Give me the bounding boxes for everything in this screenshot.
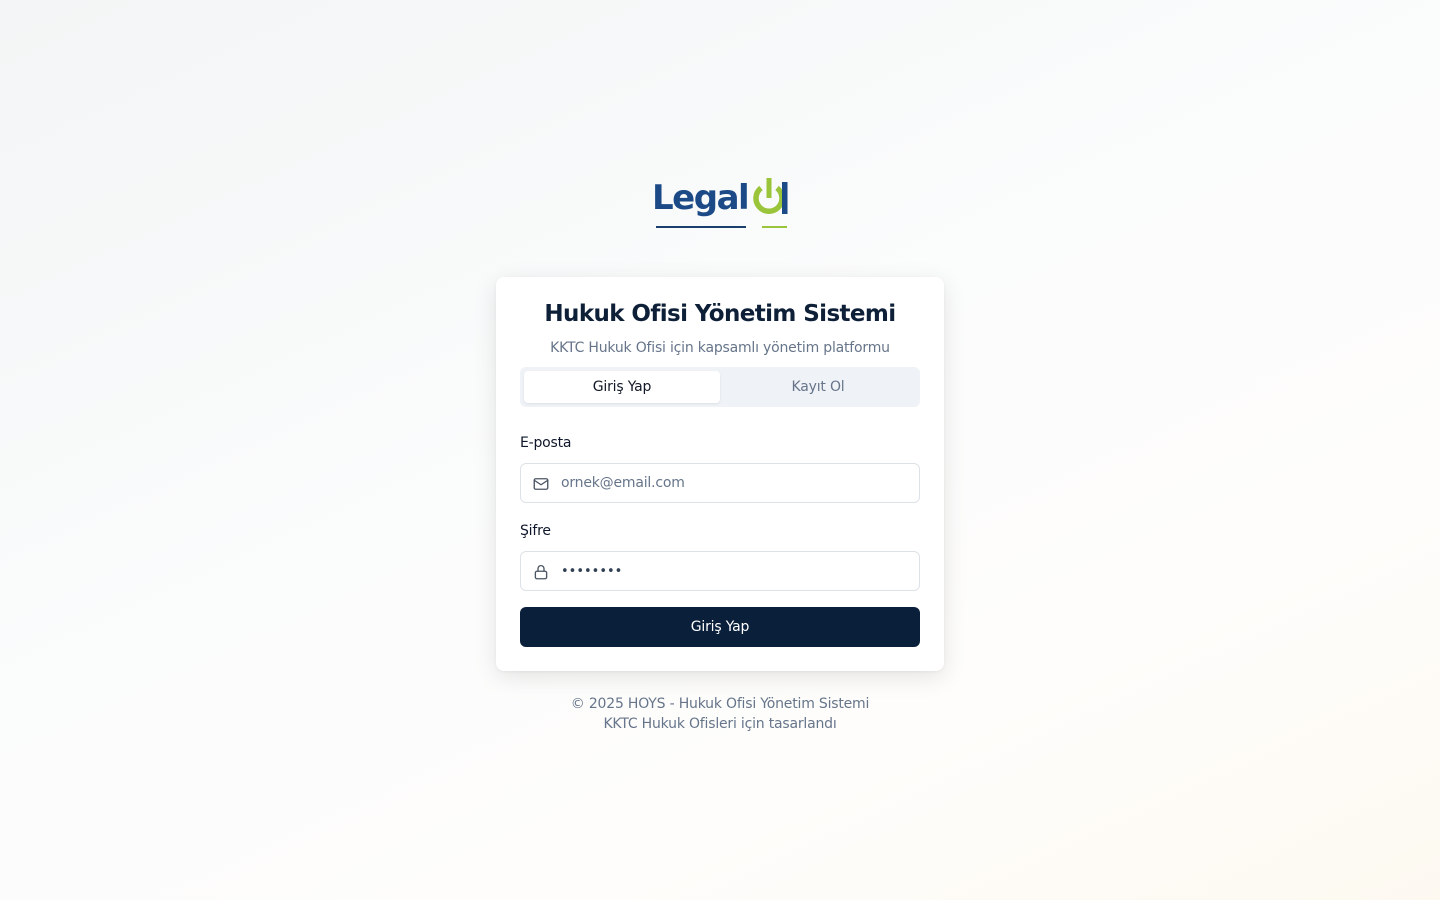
email-input[interactable]	[561, 464, 913, 502]
tab-login[interactable]: Giriş Yap	[524, 371, 720, 403]
footer-tagline: KKTC Hukuk Ofisleri için tasarlandı	[603, 716, 837, 732]
mail-icon	[533, 478, 549, 490]
password-label: Şifre	[520, 523, 551, 539]
logo-text: Legal	[652, 178, 750, 218]
logo-underline	[656, 226, 746, 228]
logo: Legal	[650, 176, 792, 232]
tab-register[interactable]: Kayıt Ol	[720, 371, 916, 403]
page-subtitle: KKTC Hukuk Ofisi için kapsamlı yönetim p…	[550, 340, 890, 356]
power-icon	[753, 178, 788, 214]
login-button[interactable]: Giriş Yap	[520, 607, 920, 647]
email-label: E-posta	[520, 435, 572, 451]
email-field-wrapper	[520, 463, 920, 503]
page-title: Hukuk Ofisi Yönetim Sistemi	[544, 301, 896, 327]
login-card: Hukuk Ofisi Yönetim Sistemi KKTC Hukuk O…	[496, 277, 944, 671]
logo-underline-accent	[762, 226, 787, 228]
password-field-wrapper	[520, 551, 920, 591]
lock-icon	[534, 565, 548, 580]
password-input[interactable]	[561, 552, 913, 590]
auth-tabs: Giriş Yap Kayıt Ol	[520, 367, 920, 407]
footer-copyright: © 2025 HOYS - Hukuk Ofisi Yönetim Sistem…	[570, 696, 870, 712]
